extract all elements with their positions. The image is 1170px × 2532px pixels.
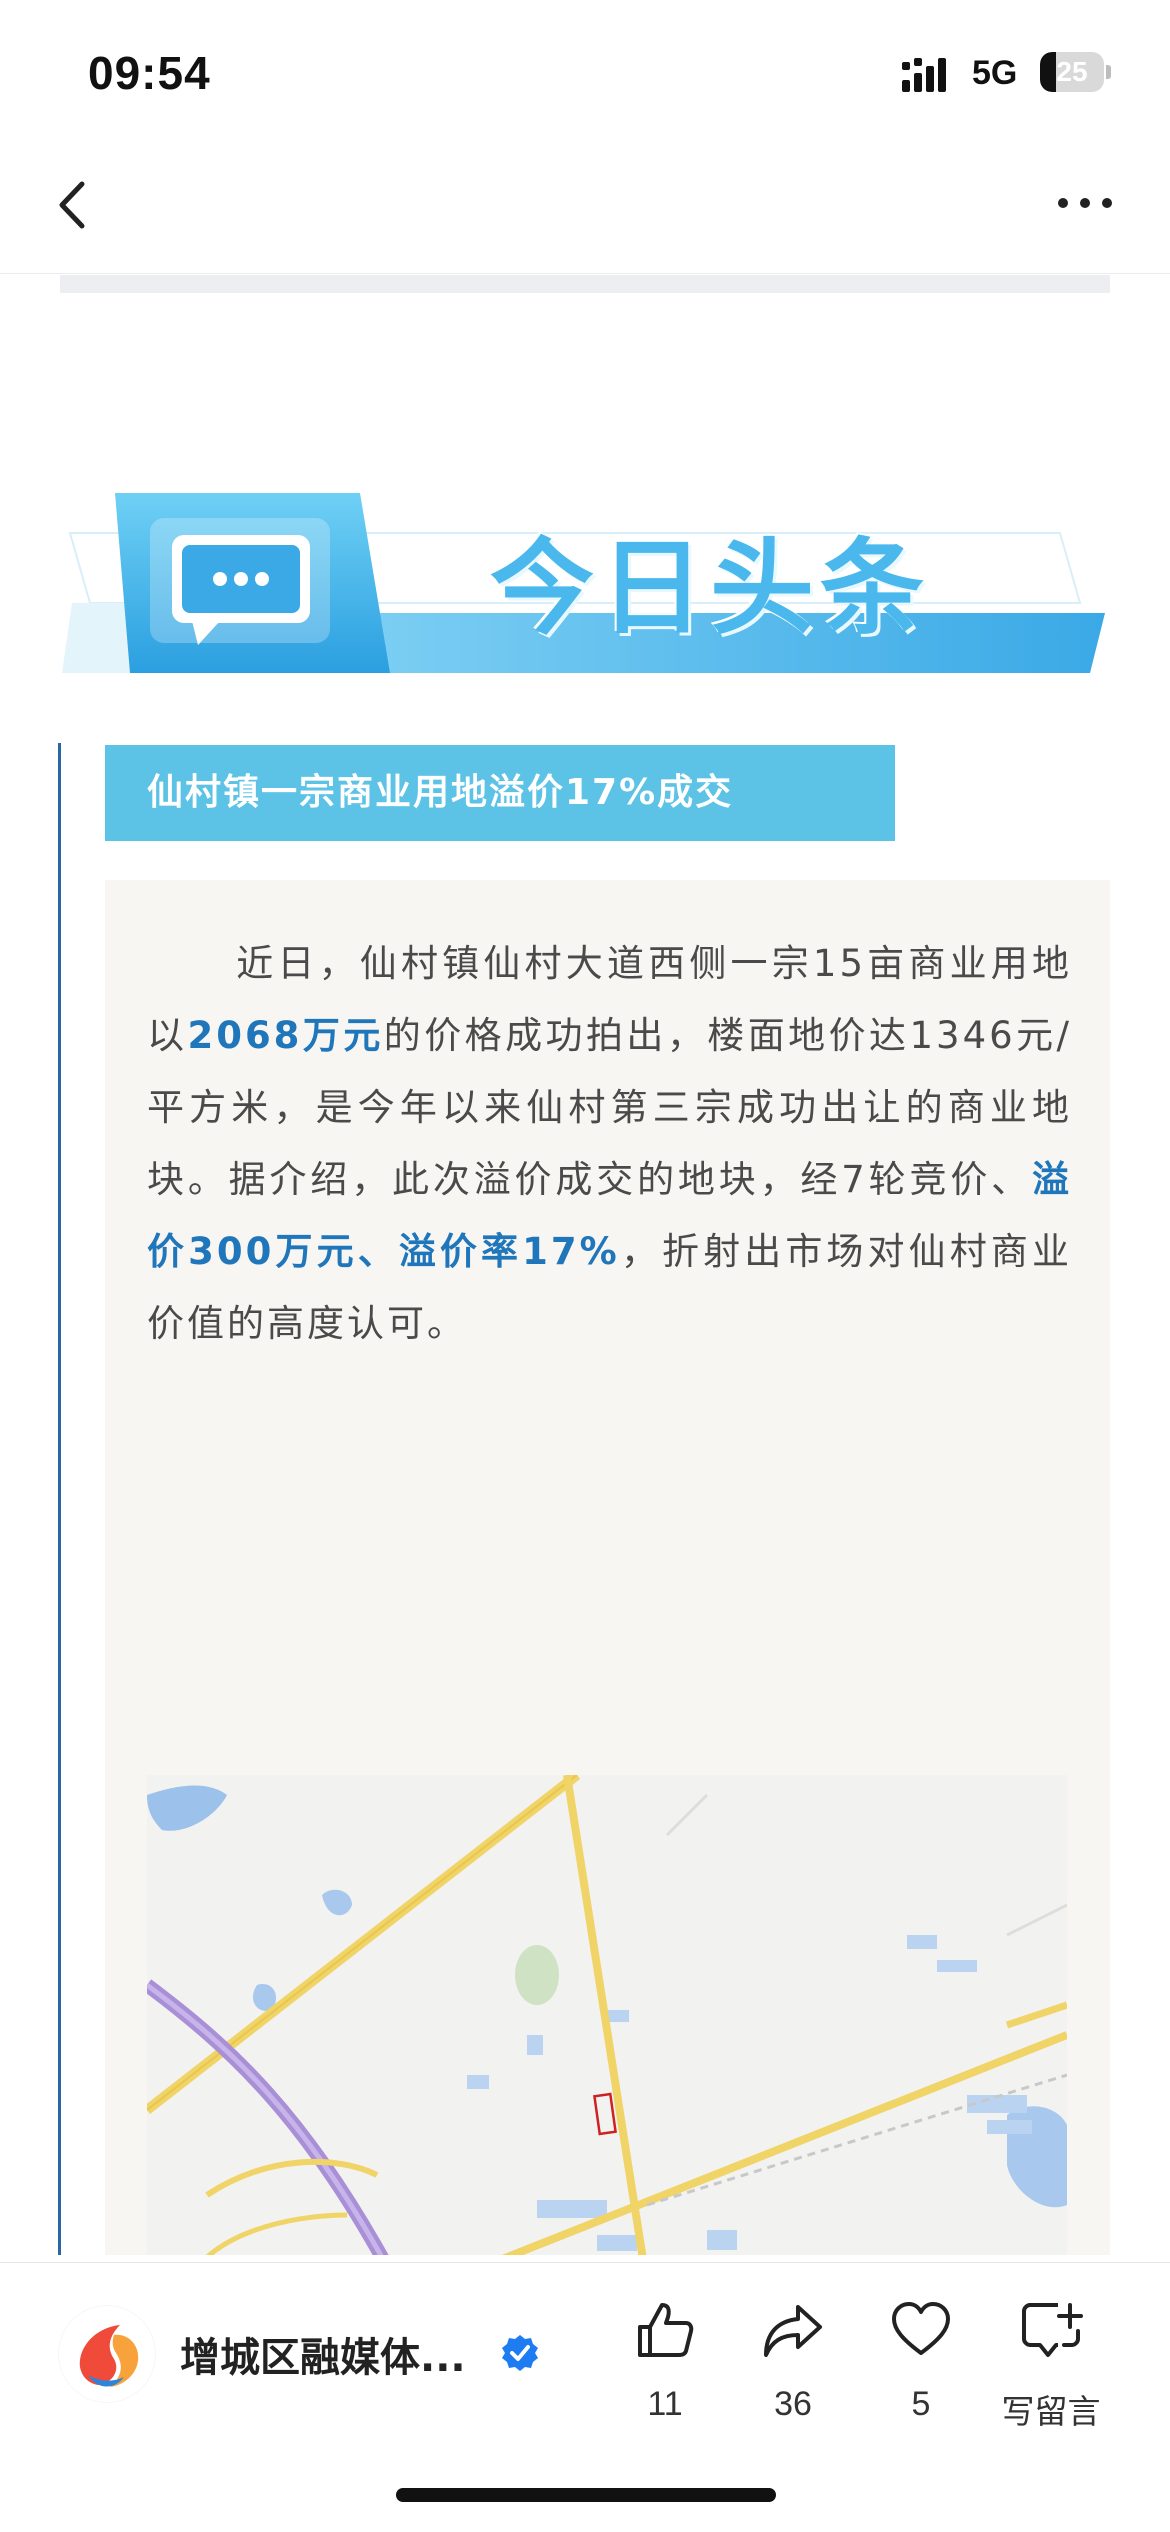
heart-icon <box>892 2302 950 2355</box>
chevron-left-icon <box>59 181 85 229</box>
status-time: 09:54 <box>88 47 211 99</box>
more-horizontal-icon <box>1058 198 1068 208</box>
favorite-count: 5 <box>911 2385 931 2423</box>
article-paragraph: 近日，仙村镇仙村大道西侧一宗15亩商业用地以2068万元的价格成功拍出，楼面地价… <box>147 928 1072 1360</box>
account-logo-icon <box>59 2306 155 2402</box>
previous-section-edge <box>60 275 1110 293</box>
account-avatar[interactable] <box>58 2305 156 2403</box>
signal-icon <box>902 58 946 92</box>
comment-button[interactable]: 写留言 <box>996 2293 1106 2433</box>
banner-title: 今日头条 <box>490 527 931 649</box>
battery-level: 25 <box>1056 56 1088 87</box>
map-image[interactable] <box>147 1775 1067 2255</box>
nav-bar <box>0 140 1170 274</box>
home-indicator[interactable] <box>396 2488 776 2502</box>
share-arrow-icon <box>764 2305 822 2357</box>
status-bar: 09:54 5G 25 <box>0 0 1170 140</box>
battery-icon: 25 <box>1040 52 1112 92</box>
section-banner: 今日头条 <box>60 463 1110 703</box>
favorite-button[interactable]: 5 <box>866 2293 976 2433</box>
like-count: 11 <box>647 2385 683 2423</box>
comment-add-icon <box>1022 2303 1083 2357</box>
thumbs-up-icon <box>638 2303 694 2357</box>
more-button[interactable] <box>1050 178 1120 228</box>
content-panel: 近日，仙村镇仙村大道西侧一宗15亩商业用地以2068万元的价格成功拍出，楼面地价… <box>105 880 1110 2255</box>
left-rule <box>58 743 61 2255</box>
headline-text: 仙村镇一宗商业用地溢价17%成交 <box>147 772 734 813</box>
share-button[interactable]: 36 <box>738 2293 848 2433</box>
network-type: 5G <box>972 54 1018 92</box>
comment-label: 写留言 <box>1001 2392 1101 2431</box>
article-body[interactable]: 今日头条 仙村镇一宗商业用地溢价17%成交 近日，仙村镇仙村大道西侧一宗15亩商… <box>0 275 1170 2255</box>
back-button[interactable] <box>40 170 110 240</box>
headline-box: 仙村镇一宗商业用地溢价17%成交 <box>105 745 895 841</box>
account-name[interactable]: 增城区融媒体... <box>180 2325 466 2383</box>
location-map <box>147 1775 1067 2255</box>
share-count: 36 <box>774 2385 812 2423</box>
highlight-price: 2068万元 <box>187 1014 384 1057</box>
like-button[interactable]: 11 <box>610 2293 720 2433</box>
verified-badge-icon <box>502 2335 538 2371</box>
